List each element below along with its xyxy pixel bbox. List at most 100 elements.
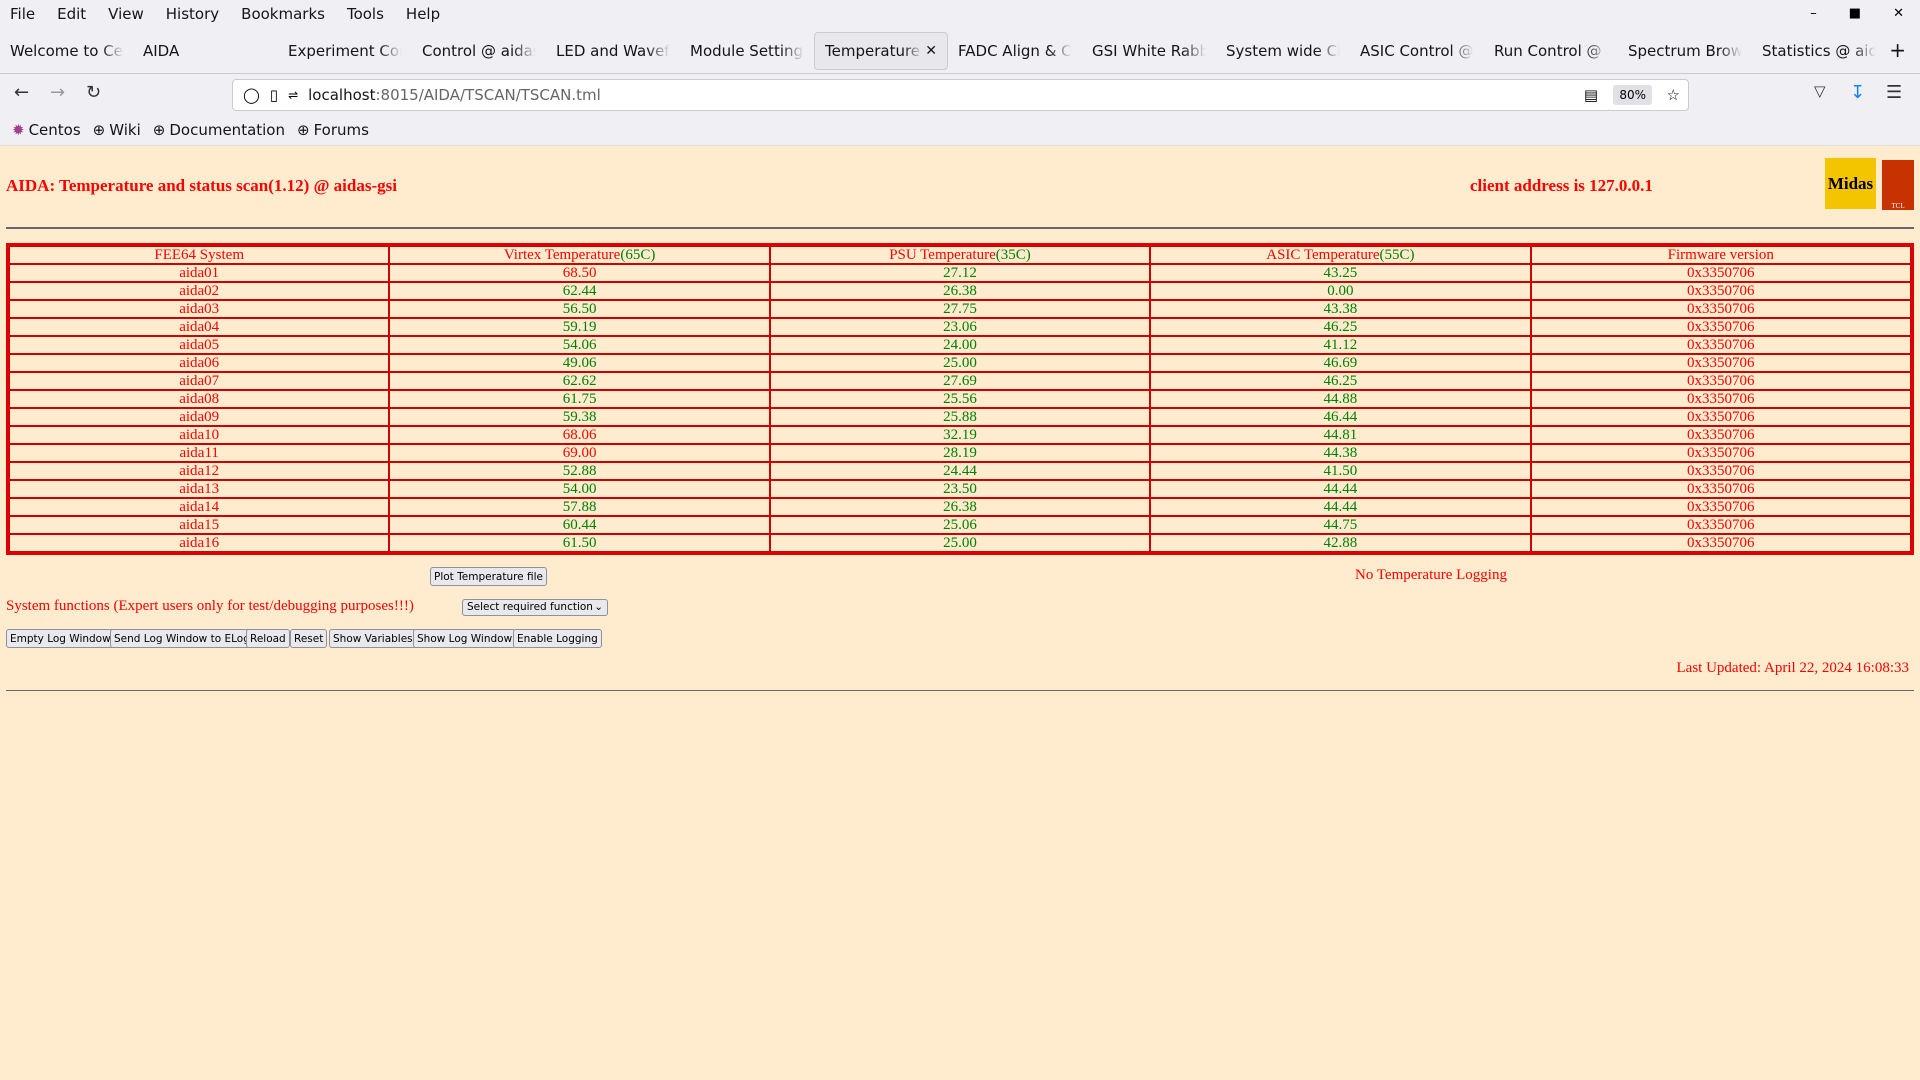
tab-6[interactable]: Temperature and status✕ — [814, 32, 948, 70]
tab-label: LED and Waveform — [556, 42, 670, 60]
reload-icon[interactable]: ↻ — [86, 82, 101, 103]
table-row: aida08 61.75 25.56 44.88 0x3350706 — [9, 390, 1911, 408]
asic-temp-cell: 44.44 — [1150, 480, 1531, 498]
table-row: aida10 68.06 32.19 44.81 0x3350706 — [9, 426, 1911, 444]
close-icon[interactable]: ✕ — [1893, 6, 1904, 21]
asic-temp-cell: 46.25 — [1150, 372, 1531, 390]
forward-icon[interactable]: → — [50, 82, 65, 103]
tab-strip: + Welcome to Centos AIDA Experiment Contro… — [0, 28, 1920, 74]
bookmark-centos[interactable]: ✹ Centos — [12, 121, 81, 139]
zoom-level[interactable]: 80% — [1613, 85, 1652, 105]
firmware-cell: 0x3350706 — [1530, 426, 1911, 444]
table-header-row: FEE64 System Virtex Temperature(65C) PSU T… — [9, 246, 1911, 264]
psu-temp-cell: 28.19 — [769, 444, 1151, 462]
reload-button[interactable]: Reload — [246, 629, 290, 648]
column-header-limit: (35C) — [995, 246, 1031, 263]
menu-view[interactable]: View — [108, 5, 144, 23]
virtex-temp-cell: 54.00 — [389, 480, 770, 498]
tab-label: GSI White Rabbit — [1092, 42, 1206, 60]
system-cell: aida08 — [9, 390, 390, 408]
tab-9[interactable]: System wide Checks — [1216, 32, 1350, 70]
psu-temp-cell: 27.75 — [769, 300, 1151, 318]
tab-2[interactable]: Experiment Control — [278, 32, 412, 70]
bookmark-forums[interactable]: ⊕ Forums — [297, 121, 369, 139]
menu-icon[interactable]: ☰ — [1886, 82, 1902, 103]
system-cell: aida10 — [9, 426, 390, 444]
tab-10[interactable]: ASIC Control @ aidas — [1350, 32, 1484, 70]
tab-label: Statistics @ aidas — [1762, 42, 1876, 60]
psu-temp-cell: 25.06 — [769, 516, 1151, 534]
tab-3[interactable]: Control @ aidas-gsi — [412, 32, 546, 70]
psu-temp-cell: 25.00 — [769, 354, 1151, 372]
menu-bookmarks[interactable]: Bookmarks — [241, 5, 325, 23]
menu-history[interactable]: History — [166, 5, 219, 23]
column-header-limit: (65C) — [620, 246, 656, 263]
asic-temp-cell: 41.12 — [1150, 336, 1531, 354]
bookmark-wiki[interactable]: ⊕ Wiki — [93, 121, 141, 139]
asic-temp-cell: 44.81 — [1150, 426, 1531, 444]
close-tab-icon[interactable]: ✕ — [925, 43, 937, 59]
psu-temp-cell: 27.69 — [769, 372, 1151, 390]
firmware-cell: 0x3350706 — [1530, 300, 1911, 318]
window-controls: – ■ ✕ — [1810, 6, 1904, 21]
reset-button[interactable]: Reset — [290, 629, 328, 648]
menu-edit[interactable]: Edit — [57, 5, 86, 23]
virtex-temp-cell: 59.38 — [389, 408, 770, 426]
page-icon: ▯ — [269, 86, 279, 104]
firmware-cell: 0x3350706 — [1530, 264, 1911, 282]
tab-0[interactable]: Welcome to Centos — [0, 32, 134, 70]
pocket-icon[interactable]: ▽ — [1814, 82, 1826, 100]
reader-view-icon[interactable]: ▤ — [1584, 86, 1598, 104]
enable-logging-button[interactable]: Enable Logging — [513, 629, 602, 648]
tab-13[interactable]: Statistics @ aidas — [1752, 32, 1886, 70]
show-variables-button[interactable]: Show Variables — [329, 629, 417, 648]
tab-4[interactable]: LED and Waveform — [546, 32, 680, 70]
system-cell: aida05 — [9, 336, 390, 354]
virtex-temp-cell: 61.50 — [389, 534, 770, 552]
column-header-limit: (55C) — [1379, 246, 1415, 263]
shield-icon[interactable]: ◯ — [243, 86, 260, 104]
table-row: aida04 59.19 23.06 46.25 0x3350706 — [9, 318, 1911, 336]
tab-5[interactable]: Module Settings — [680, 32, 814, 70]
page-content: AIDA: Temperature and status scan(1.12) … — [0, 146, 1920, 1080]
menu-file[interactable]: File — [10, 5, 35, 23]
column-header-label: Firmware version — [1667, 246, 1774, 263]
back-icon[interactable]: ← — [14, 82, 29, 103]
asic-temp-cell: 42.88 — [1150, 534, 1531, 552]
firmware-cell: 0x3350706 — [1530, 534, 1911, 552]
tab-12[interactable]: Spectrum Browser — [1618, 32, 1752, 70]
download-icon[interactable]: ↧ — [1850, 82, 1865, 103]
asic-temp-cell: 44.75 — [1150, 516, 1531, 534]
firmware-cell: 0x3350706 — [1530, 282, 1911, 300]
system-cell: aida14 — [9, 498, 390, 516]
tab-label: Welcome to Centos — [10, 42, 124, 60]
minimize-icon[interactable]: – — [1810, 6, 1817, 21]
psu-temp-cell: 27.12 — [769, 264, 1151, 282]
send-log-window-to-elog-button[interactable]: Send Log Window to ELog — [110, 629, 254, 648]
tab-7[interactable]: FADC Align & Control — [948, 32, 1082, 70]
virtex-temp-cell: 62.62 — [389, 372, 770, 390]
empty-log-window-button[interactable]: Empty Log Window — [6, 629, 115, 648]
star-icon[interactable]: ☆ — [1667, 86, 1680, 104]
divider — [6, 227, 1914, 229]
menu-help[interactable]: Help — [406, 5, 440, 23]
virtex-temp-cell: 62.44 — [389, 282, 770, 300]
table-row: aida02 62.44 26.38 0.00 0x3350706 — [9, 282, 1911, 300]
virtex-temp-cell: 49.06 — [389, 354, 770, 372]
permissions-icon[interactable]: ⇌ — [288, 88, 298, 102]
plot-temperature-button[interactable]: Plot Temperature file — [430, 567, 547, 586]
bookmark-documentation[interactable]: ⊕ Documentation — [153, 121, 285, 139]
firmware-cell: 0x3350706 — [1530, 354, 1911, 372]
url-text[interactable]: localhost:8015/AIDA/TSCAN/TSCAN.tml — [308, 86, 601, 104]
table-row: aida15 60.44 25.06 44.75 0x3350706 — [9, 516, 1911, 534]
maximize-icon[interactable]: ■ — [1849, 6, 1861, 21]
function-select[interactable]: Select required function ⌄ — [462, 599, 608, 616]
new-tab-button[interactable]: + — [1889, 38, 1906, 62]
show-log-window-button[interactable]: Show Log Window — [413, 629, 517, 648]
menu-tools[interactable]: Tools — [347, 5, 384, 23]
firmware-cell: 0x3350706 — [1530, 372, 1911, 390]
tab-8[interactable]: GSI White Rabbit — [1082, 32, 1216, 70]
tab-11[interactable]: Run Control @ aidas — [1484, 32, 1618, 70]
url-bar[interactable]: ◯ ▯ ⇌ localhost:8015/AIDA/TSCAN/TSCAN.tm… — [232, 79, 1689, 111]
tab-1[interactable]: AIDA — [133, 32, 267, 70]
